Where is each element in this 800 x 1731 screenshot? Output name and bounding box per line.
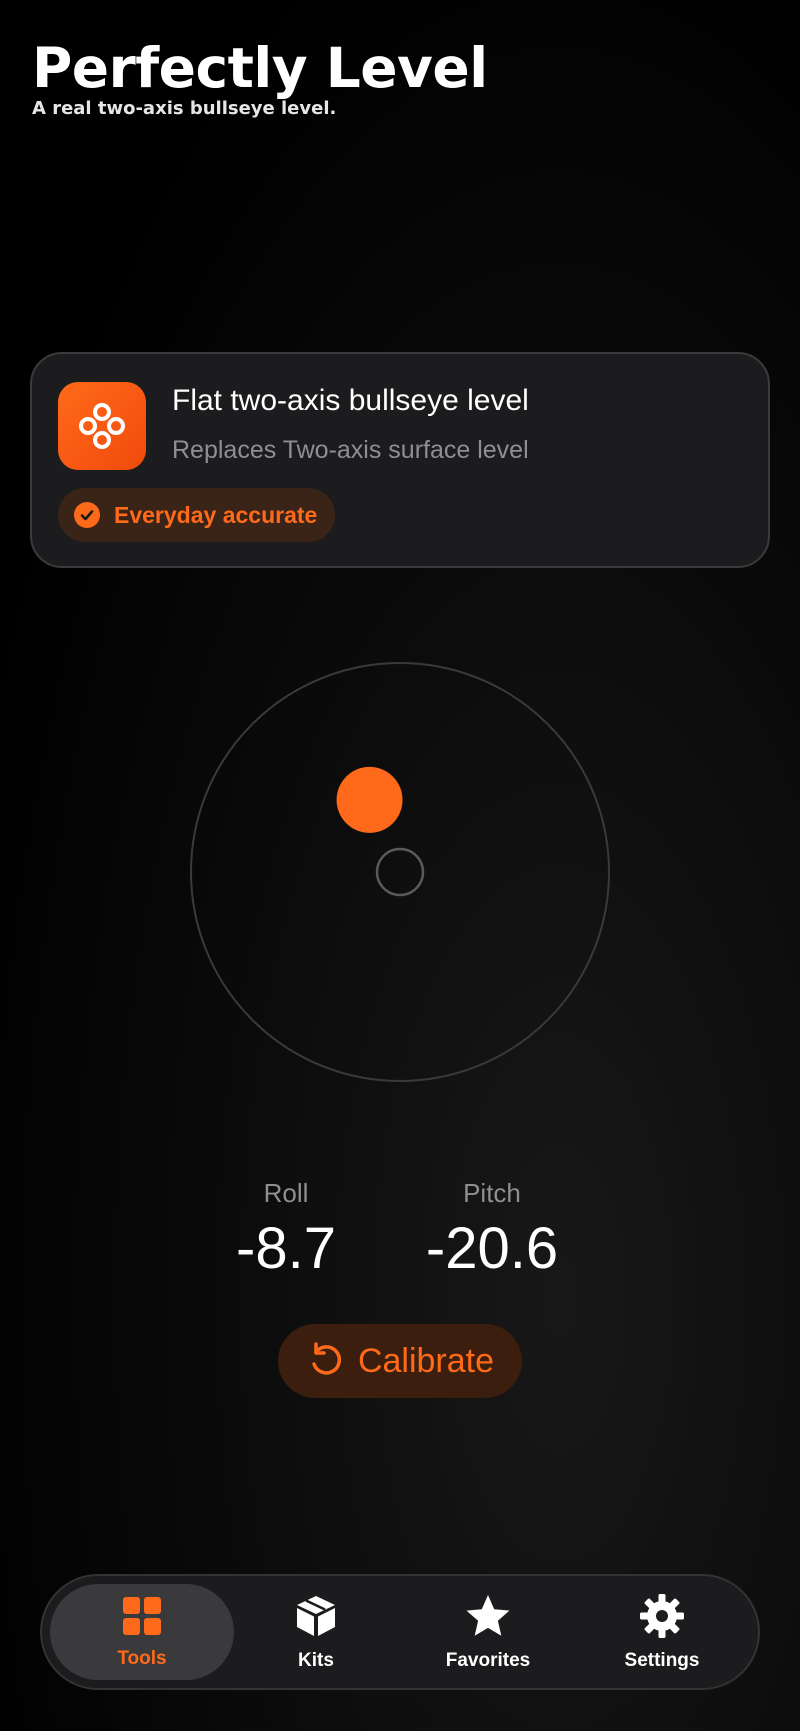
rotate-ccw-icon — [306, 1340, 344, 1383]
tab-label: Kits — [298, 1649, 334, 1671]
tab-kits[interactable]: Kits — [224, 1584, 408, 1680]
level-center-target — [375, 847, 425, 897]
tool-card[interactable]: Flat two-axis bullseye level Replaces Tw… — [30, 352, 770, 568]
calibrate-button[interactable]: Calibrate — [278, 1324, 522, 1398]
page-title: Perfectly Level — [32, 36, 488, 100]
box-icon — [293, 1593, 339, 1644]
level-outer-ring — [190, 662, 610, 1082]
tab-favorites[interactable]: Favorites — [396, 1584, 580, 1680]
tab-bar: Tools Kits Favorites Settings — [40, 1574, 760, 1690]
app-screen: Perfectly Level A real two-axis bullseye… — [0, 0, 800, 1731]
tool-title: Flat two-axis bullseye level — [172, 384, 529, 417]
gear-icon — [639, 1593, 685, 1644]
tab-tools[interactable]: Tools — [50, 1584, 234, 1680]
bullseye-dots-icon — [58, 382, 146, 470]
pitch-label: Pitch — [463, 1178, 521, 1208]
calibrate-label: Calibrate — [357, 1341, 495, 1380]
star-icon — [464, 1593, 512, 1644]
accuracy-badge: Everyday accurate — [58, 488, 336, 542]
pitch-value: -20.6 — [425, 1216, 559, 1281]
tool-subtitle: Replaces Two-axis surface level — [172, 436, 529, 464]
tab-label: Favorites — [445, 1649, 531, 1671]
page-subtitle: A real two-axis bullseye level. — [32, 98, 337, 119]
badge-label: Everyday accurate — [114, 501, 318, 528]
tab-label: Settings — [624, 1649, 700, 1671]
grid-icon — [121, 1595, 163, 1642]
roll-label: Roll — [263, 1178, 309, 1208]
bullseye-level — [190, 662, 610, 1082]
level-bubble — [336, 766, 403, 833]
pitch-readout: Pitch -20.6 — [402, 1178, 582, 1282]
checkmark-circle-icon — [74, 502, 100, 528]
tab-settings[interactable]: Settings — [570, 1584, 754, 1680]
tab-label: Tools — [117, 1647, 167, 1669]
roll-readout: Roll -8.7 — [206, 1178, 366, 1282]
roll-value: -8.7 — [236, 1216, 336, 1281]
